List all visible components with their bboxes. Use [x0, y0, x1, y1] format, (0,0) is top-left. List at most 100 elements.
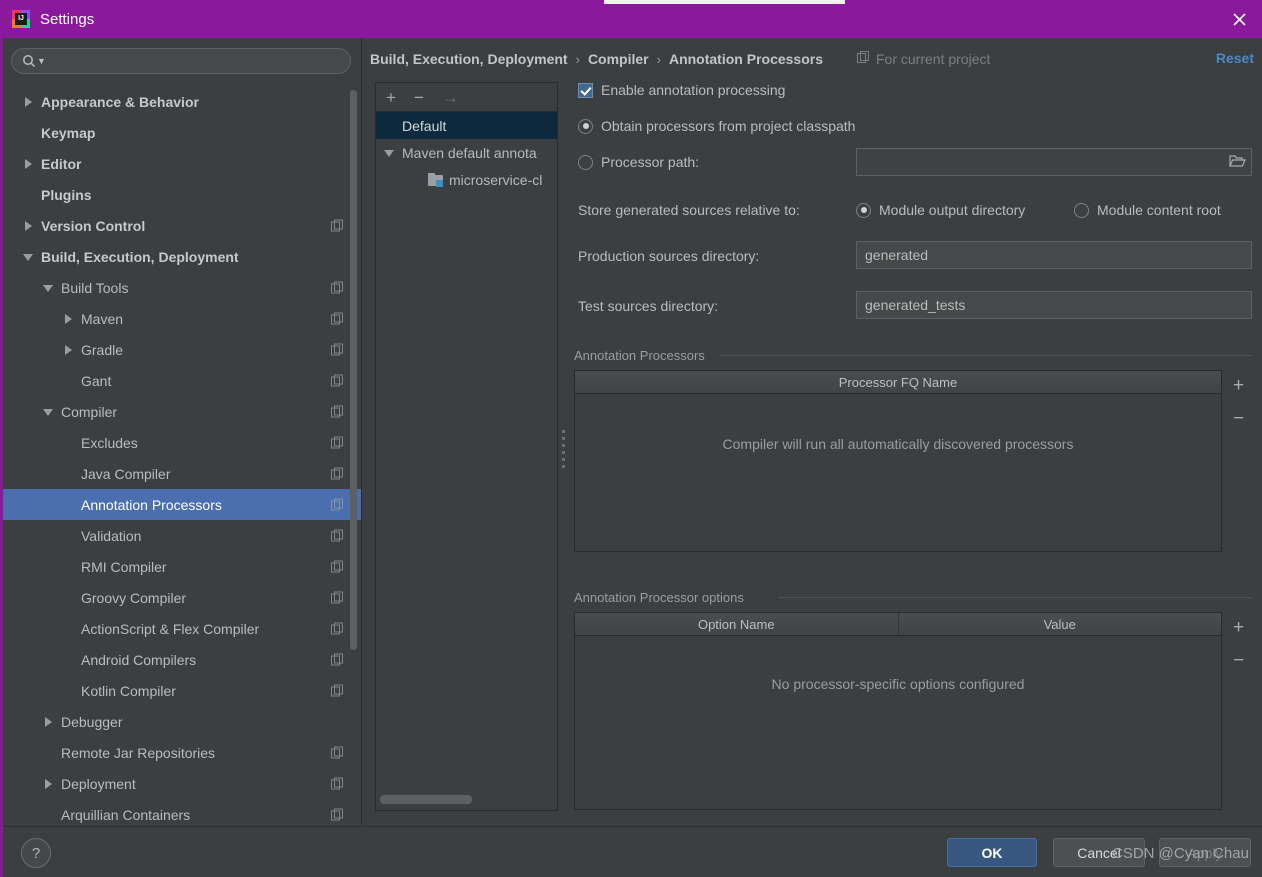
search-box[interactable]: ▼ — [11, 48, 351, 74]
sidebar-item-label: Compiler — [61, 403, 118, 420]
sidebar-item-compiler[interactable]: Compiler — [3, 396, 361, 427]
search-dropdown-icon[interactable]: ▼ — [37, 56, 46, 66]
sidebar-item-java-compiler[interactable]: Java Compiler — [3, 458, 361, 489]
sidebar-item-arquillian-containers[interactable]: Arquillian Containers — [3, 799, 361, 825]
sidebar-item-groovy-compiler[interactable]: Groovy Compiler — [3, 582, 361, 613]
options-table[interactable]: Option Name Value No processor-specific … — [574, 612, 1222, 810]
remove-option-button[interactable]: − — [1233, 651, 1244, 670]
module-output-directory-option[interactable]: Module output directory — [856, 202, 1025, 218]
sidebar-item-kotlin-compiler[interactable]: Kotlin Compiler — [3, 675, 361, 706]
sidebar-item-maven[interactable]: Maven — [3, 303, 361, 334]
sidebar-item-android-compilers[interactable]: Android Compilers — [3, 644, 361, 675]
add-processor-button[interactable]: + — [1233, 376, 1244, 395]
module-content-root-radio[interactable] — [1074, 202, 1089, 218]
sidebar-item-version-control[interactable]: Version Control — [3, 210, 361, 241]
sidebar-item-gant[interactable]: Gant — [3, 365, 361, 396]
sidebar-item-build-execution-deployment[interactable]: Build, Execution, Deployment — [3, 241, 361, 272]
processor-path-row[interactable]: Processor path: — [578, 154, 699, 170]
enable-annotation-processing-checkbox[interactable] — [578, 82, 593, 98]
copy-icon — [331, 405, 344, 418]
sidebar-item-label: Deployment — [61, 775, 136, 792]
sidebar-scrollbar[interactable] — [350, 90, 357, 650]
sidebar-item-plugins[interactable]: Plugins — [3, 179, 361, 210]
obtain-from-classpath-radio[interactable] — [578, 118, 593, 134]
profiles-horizontal-scrollbar[interactable] — [380, 795, 472, 804]
sidebar-item-validation[interactable]: Validation — [3, 520, 361, 551]
copy-icon — [331, 374, 344, 387]
sidebar-item-gradle[interactable]: Gradle — [3, 334, 361, 365]
module-content-root-option[interactable]: Module content root — [1074, 202, 1221, 218]
add-option-button[interactable]: + — [1233, 618, 1244, 637]
sidebar-item-actionscript-flex-compiler[interactable]: ActionScript & Flex Compiler — [3, 613, 361, 644]
sidebar-item-build-tools[interactable]: Build Tools — [3, 272, 361, 303]
chevron-right-icon[interactable] — [23, 158, 35, 170]
processor-path-input[interactable] — [856, 148, 1252, 176]
add-profile-button[interactable]: + — [386, 89, 396, 106]
enable-annotation-processing-row[interactable]: Enable annotation processing — [578, 82, 785, 98]
profile-list-item[interactable]: Default — [376, 112, 557, 139]
title-accent-strip — [604, 0, 845, 4]
options-column-name: Option Name — [697, 616, 775, 632]
profile-list-item[interactable]: Maven default annota — [376, 139, 557, 166]
breadcrumb-item-3[interactable]: Annotation Processors — [669, 51, 823, 67]
processors-table[interactable]: Processor FQ Name Compiler will run all … — [574, 370, 1222, 552]
sidebar-item-rmi-compiler[interactable]: RMI Compiler — [3, 551, 361, 582]
chevron-right-icon[interactable] — [43, 778, 55, 790]
sidebar-item-editor[interactable]: Editor — [3, 148, 361, 179]
sidebar-item-label: Arquillian Containers — [61, 806, 191, 823]
production-sources-input[interactable]: generated — [856, 241, 1252, 269]
chevron-right-icon[interactable] — [63, 344, 75, 356]
chevron-right-icon[interactable] — [63, 313, 75, 325]
breadcrumb-item-2[interactable]: Compiler — [588, 51, 649, 67]
panel-splitter-handle[interactable] — [560, 430, 566, 468]
sidebar-item-label: RMI Compiler — [81, 558, 167, 575]
profile-list-item[interactable]: microservice-cl — [376, 166, 557, 193]
ok-button[interactable]: OK — [947, 838, 1037, 867]
profile-item-label: Maven default annota — [402, 144, 537, 161]
chevron-down-icon[interactable] — [23, 251, 35, 263]
remove-processor-button[interactable]: − — [1233, 409, 1244, 428]
copy-icon — [331, 436, 344, 449]
search-input[interactable] — [45, 52, 350, 70]
chevron-down-icon[interactable] — [43, 406, 55, 418]
sidebar-item-keymap[interactable]: Keymap — [3, 117, 361, 148]
remove-profile-button[interactable]: − — [414, 89, 424, 106]
profiles-list[interactable]: Default Maven default annota microservice-… — [376, 112, 557, 193]
profile-item-label: microservice-cl — [449, 171, 543, 188]
help-button[interactable]: ? — [21, 838, 51, 868]
obtain-from-classpath-row[interactable]: Obtain processors from project classpath — [578, 118, 855, 134]
settings-tree[interactable]: Appearance & Behavior Keymap Editor Plugins… — [3, 86, 361, 825]
chevron-down-icon[interactable] — [43, 282, 55, 294]
sidebar-item-label: Plugins — [41, 186, 92, 203]
sidebar-item-debugger[interactable]: Debugger — [3, 706, 361, 737]
module-output-directory-radio[interactable] — [856, 202, 871, 218]
sidebar-item-deployment[interactable]: Deployment — [3, 768, 361, 799]
chevron-right-icon[interactable] — [43, 716, 55, 728]
reset-link[interactable]: Reset — [1216, 50, 1254, 66]
sidebar-item-annotation-processors[interactable]: Annotation Processors — [3, 489, 361, 520]
copy-icon — [331, 591, 344, 604]
sidebar-item-remote-jar-repositories[interactable]: Remote Jar Repositories — [3, 737, 361, 768]
sidebar-item-excludes[interactable]: Excludes — [3, 427, 361, 458]
chevron-down-icon[interactable] — [384, 147, 396, 159]
move-profile-button[interactable]: → — [442, 89, 459, 106]
close-icon[interactable] — [1216, 0, 1262, 38]
processor-path-radio[interactable] — [578, 154, 593, 170]
breadcrumb-separator: › — [575, 51, 580, 67]
copy-icon — [331, 281, 344, 294]
copy-icon — [331, 746, 344, 759]
test-sources-input[interactable]: generated_tests — [856, 291, 1252, 319]
sidebar-item-label: Kotlin Compiler — [81, 682, 176, 699]
folder-open-icon[interactable] — [1229, 154, 1247, 170]
chevron-right-icon[interactable] — [23, 220, 35, 232]
chevron-right-icon[interactable] — [23, 96, 35, 108]
sidebar-item-appearance-behavior[interactable]: Appearance & Behavior — [3, 86, 361, 117]
breadcrumb-item-1[interactable]: Build, Execution, Deployment — [370, 51, 568, 67]
